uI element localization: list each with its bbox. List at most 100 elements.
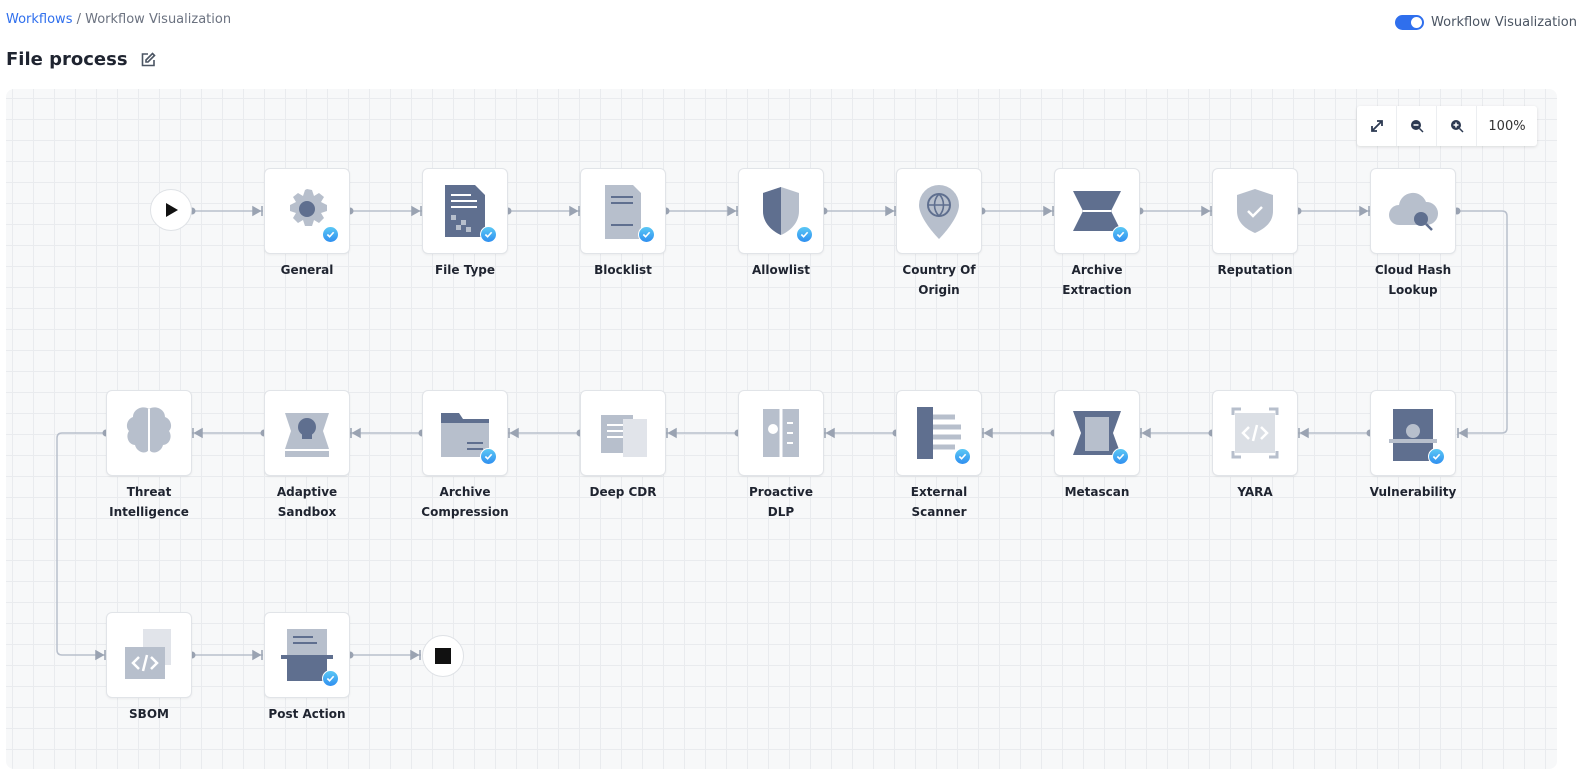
- workflow-node-general[interactable]: [264, 168, 350, 254]
- input-arrow: [1298, 427, 1309, 439]
- checkmark-icon: [954, 448, 971, 465]
- node-label: Allowlist: [752, 263, 810, 277]
- workflow-node-cloud-hash-lookup[interactable]: [1370, 168, 1456, 254]
- breadcrumb-current: Workflow Visualization: [85, 12, 232, 27]
- workflow-node-allowlist[interactable]: [738, 168, 824, 254]
- edit-icon[interactable]: [140, 51, 156, 68]
- gear-icon: [279, 181, 339, 243]
- input-arrow: [824, 427, 835, 439]
- page-title: File process: [6, 49, 128, 70]
- input-arrow: [411, 205, 422, 217]
- checkmark-icon: [480, 226, 497, 243]
- node-label: Country Of Origin: [902, 263, 976, 297]
- workflow-node-deep-cdr[interactable]: [580, 390, 666, 476]
- input-arrow: [252, 205, 263, 217]
- workflow-node-proactive-dlp[interactable]: [738, 390, 824, 476]
- fit-view-button[interactable]: [1357, 106, 1397, 146]
- workflow-node-metascan[interactable]: [1054, 390, 1140, 476]
- code-icon: [1227, 403, 1283, 463]
- workflow-node-country-of-origin[interactable]: [896, 168, 982, 254]
- input-arrow: [508, 427, 519, 439]
- workflow-node-reputation[interactable]: [1212, 168, 1298, 254]
- input-arrow: [885, 205, 896, 217]
- node-label: General: [280, 263, 334, 277]
- input-arrow: [1457, 427, 1468, 439]
- end-node[interactable]: [422, 635, 464, 677]
- input-arrow: [1043, 205, 1054, 217]
- connector-line: [56, 432, 106, 656]
- input-arrow: [252, 649, 263, 661]
- checkmark-icon: [322, 226, 339, 243]
- node-label: Blocklist: [594, 263, 652, 277]
- breadcrumb: Workflows / Workflow Visualization: [6, 12, 231, 27]
- workflow-node-archive-compression[interactable]: [422, 390, 508, 476]
- folder-icon: [437, 403, 497, 465]
- workflow-node-threat-intelligence[interactable]: [106, 390, 192, 476]
- checkmark-icon: [480, 448, 497, 465]
- node-label: Proactive DLP: [749, 485, 813, 519]
- node-label: Archive Extraction: [1062, 263, 1132, 297]
- workflow-node-file-type[interactable]: [422, 168, 508, 254]
- post-action-icon: [279, 625, 339, 687]
- input-arrow: [192, 427, 203, 439]
- breadcrumb-workflows-link[interactable]: Workflows: [6, 12, 72, 27]
- input-arrow: [727, 205, 738, 217]
- workflow-node-post-action[interactable]: [264, 612, 350, 698]
- checkmark-icon: [796, 226, 813, 243]
- input-arrow: [1140, 427, 1151, 439]
- zoom-in-icon: [1450, 120, 1464, 133]
- input-arrow: [1201, 205, 1212, 217]
- checkmark-icon: [322, 670, 339, 687]
- start-node[interactable]: [150, 189, 192, 231]
- workflow-canvas[interactable]: 100% General File Type Blocklist Allowlist C…: [6, 89, 1557, 769]
- workflow-node-archive-extraction[interactable]: [1054, 168, 1140, 254]
- node-label: File Type: [434, 263, 496, 277]
- skull-icon: [279, 403, 335, 463]
- page-title-row: File process: [6, 49, 156, 70]
- node-label: Post Action: [268, 707, 346, 721]
- zoom-in-button[interactable]: [1437, 106, 1477, 146]
- visualization-toggle[interactable]: [1395, 15, 1425, 30]
- node-label: Cloud Hash Lookup: [1374, 263, 1452, 297]
- node-label: Archive Compression: [421, 485, 509, 519]
- file-type-icon: [437, 181, 497, 243]
- input-arrow: [95, 649, 106, 661]
- workflow-node-adaptive-sandbox[interactable]: [264, 390, 350, 476]
- breadcrumb-separator: /: [72, 12, 86, 27]
- cloud-search-icon: [1385, 181, 1441, 241]
- node-label: External Scanner: [910, 485, 968, 519]
- zoom-toolbar: 100%: [1357, 106, 1537, 146]
- node-label: Vulnerability: [1369, 485, 1457, 499]
- input-arrow: [569, 205, 580, 217]
- play-icon: [166, 203, 178, 217]
- checkmark-icon: [1112, 226, 1129, 243]
- input-arrow: [666, 427, 677, 439]
- expand-icon: [1370, 120, 1383, 132]
- visualization-toggle-label: Workflow Visualization: [1431, 15, 1577, 30]
- node-label: SBOM: [129, 707, 169, 721]
- node-label: Reputation: [1217, 263, 1293, 277]
- input-arrow: [410, 649, 421, 661]
- node-label: Threat Intelligence: [109, 485, 189, 519]
- visualization-toggle-group: Workflow Visualization: [1395, 15, 1577, 30]
- checkmark-icon: [1112, 448, 1129, 465]
- workflow-node-vulnerability[interactable]: [1370, 390, 1456, 476]
- cdr-icon: [595, 403, 651, 463]
- metascan-icon: [1069, 403, 1129, 465]
- shield-check-icon: [1227, 181, 1283, 241]
- node-label: YARA: [1237, 485, 1273, 499]
- dlp-icon: [753, 403, 809, 463]
- workflow-node-yara[interactable]: [1212, 390, 1298, 476]
- vulnerability-icon: [1385, 403, 1445, 465]
- external-scanner-icon: [911, 403, 971, 465]
- archive-extraction-icon: [1069, 181, 1129, 243]
- globe-pin-icon: [911, 181, 967, 241]
- zoom-out-button[interactable]: [1397, 106, 1437, 146]
- brain-icon: [121, 403, 177, 463]
- node-label: Adaptive Sandbox: [276, 485, 338, 519]
- workflow-node-sbom[interactable]: [106, 612, 192, 698]
- workflow-node-blocklist[interactable]: [580, 168, 666, 254]
- checkmark-icon: [1428, 448, 1445, 465]
- connector-line: [1457, 210, 1508, 434]
- workflow-node-external-scanner[interactable]: [896, 390, 982, 476]
